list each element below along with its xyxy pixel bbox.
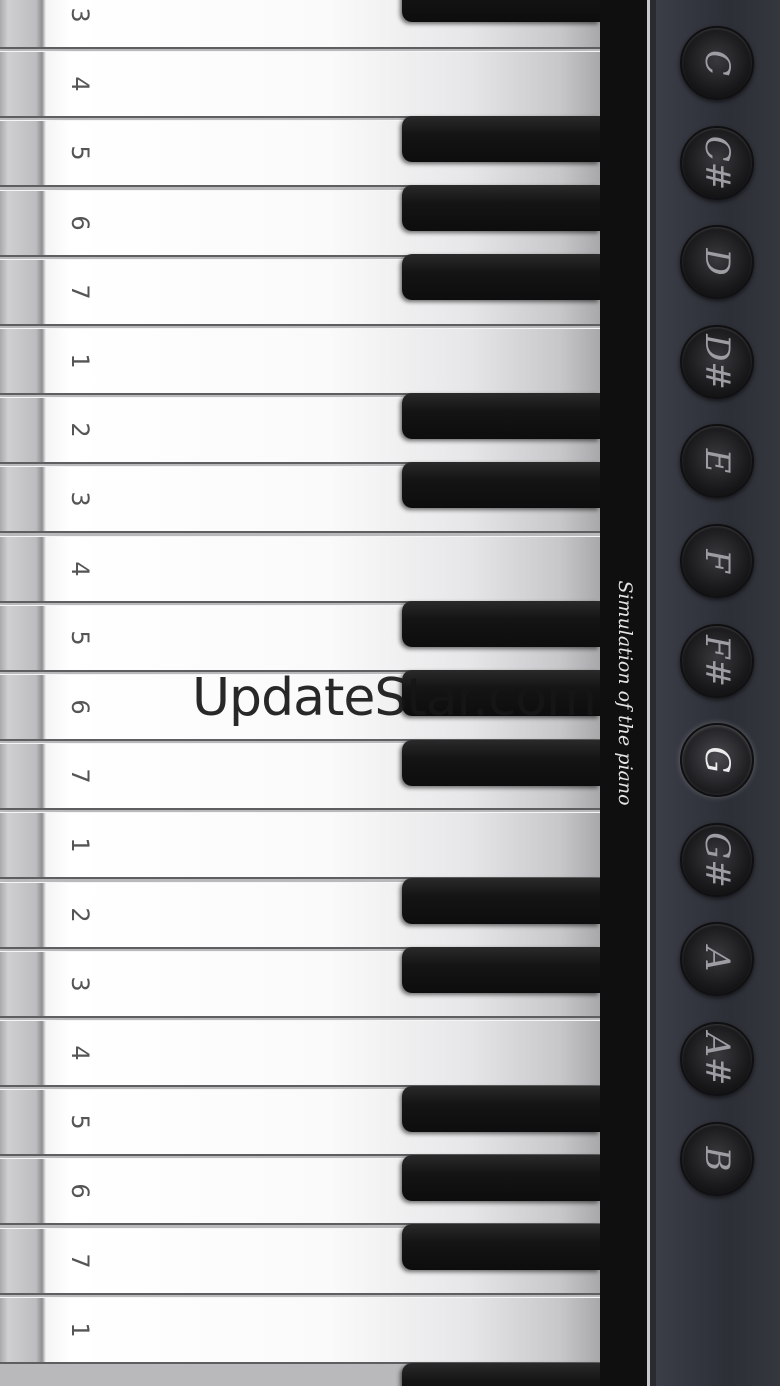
black-key[interactable] — [402, 1155, 600, 1201]
white-key[interactable]: 4 — [0, 1020, 600, 1087]
black-key[interactable] — [402, 462, 600, 508]
key-number-label: 3 — [66, 491, 94, 508]
black-key[interactable] — [402, 1363, 600, 1386]
key-number-label: 1 — [66, 1322, 94, 1338]
note-button-e[interactable]: E — [680, 424, 754, 499]
note-button-label: C — [697, 49, 737, 76]
black-key[interactable] — [402, 740, 600, 786]
note-button-f-sharp[interactable]: F# — [680, 623, 754, 698]
note-button-label: D# — [697, 333, 737, 390]
note-button-a-sharp[interactable]: A# — [680, 1022, 754, 1096]
key-number-label: 3 — [66, 7, 94, 23]
key-number-label: 7 — [66, 284, 94, 300]
white-key[interactable]: 4 — [0, 51, 600, 119]
key-number-label: 5 — [66, 145, 94, 162]
key-number-label: 4 — [66, 76, 94, 92]
note-button-c[interactable]: C — [680, 26, 754, 100]
note-button-label: E — [697, 448, 737, 474]
black-key[interactable] — [402, 393, 600, 439]
note-button-b[interactable]: B — [680, 1121, 754, 1196]
black-key[interactable] — [402, 670, 600, 716]
note-button-f[interactable]: F — [680, 524, 754, 598]
key-number-label: 3 — [66, 976, 94, 992]
note-button-g[interactable]: G — [680, 723, 754, 798]
white-key[interactable]: 1 — [0, 1296, 600, 1364]
key-number-label: 7 — [66, 768, 94, 784]
key-number-label: 1 — [66, 353, 94, 369]
key-number-label: 5 — [66, 1114, 94, 1130]
black-key[interactable] — [402, 601, 600, 647]
note-button-label: F# — [697, 634, 737, 687]
key-number-label: 5 — [66, 630, 94, 646]
white-key[interactable]: 4 — [0, 535, 600, 603]
black-key[interactable] — [402, 116, 600, 162]
note-button-label: G — [697, 746, 737, 774]
white-key[interactable]: 1 — [0, 328, 600, 395]
piano-keyboard: 3 4 5 6 7 1 2 3 4 5 6 7 1 2 3 4 5 6 7 1 — [0, 0, 600, 1386]
note-button-label: D — [697, 248, 737, 276]
note-button-c-sharp[interactable]: C# — [680, 125, 754, 200]
black-key[interactable] — [402, 185, 600, 231]
key-number-label: 2 — [66, 422, 94, 438]
black-key[interactable] — [402, 878, 600, 924]
white-key[interactable]: 1 — [0, 812, 600, 880]
key-number-label: 6 — [66, 699, 94, 715]
key-number-label: 2 — [66, 906, 94, 923]
key-number-label: 4 — [66, 560, 94, 577]
note-button-g-sharp[interactable]: G# — [680, 822, 754, 897]
key-number-label: 6 — [66, 214, 94, 231]
tagline: Simulation of the piano — [614, 580, 636, 806]
black-key[interactable] — [402, 1086, 600, 1132]
note-button-a[interactable]: A — [680, 922, 754, 997]
key-number-label: 6 — [66, 1183, 94, 1200]
note-button-label: F — [697, 549, 737, 573]
note-button-label: G# — [697, 831, 737, 888]
black-key[interactable] — [402, 254, 600, 300]
black-key[interactable] — [402, 1224, 600, 1270]
note-button-d-sharp[interactable]: D# — [680, 324, 754, 399]
key-number-label: 7 — [66, 1252, 94, 1269]
note-button-label: A# — [697, 1032, 737, 1086]
note-button-label: A — [697, 947, 737, 972]
note-button-d[interactable]: D — [680, 225, 754, 300]
key-number-label: 1 — [66, 837, 94, 854]
black-key[interactable] — [402, 0, 600, 22]
black-key[interactable] — [402, 947, 600, 993]
note-button-label: B — [697, 1146, 737, 1172]
key-number-label: 4 — [66, 1045, 94, 1061]
note-button-label: C# — [697, 135, 737, 190]
